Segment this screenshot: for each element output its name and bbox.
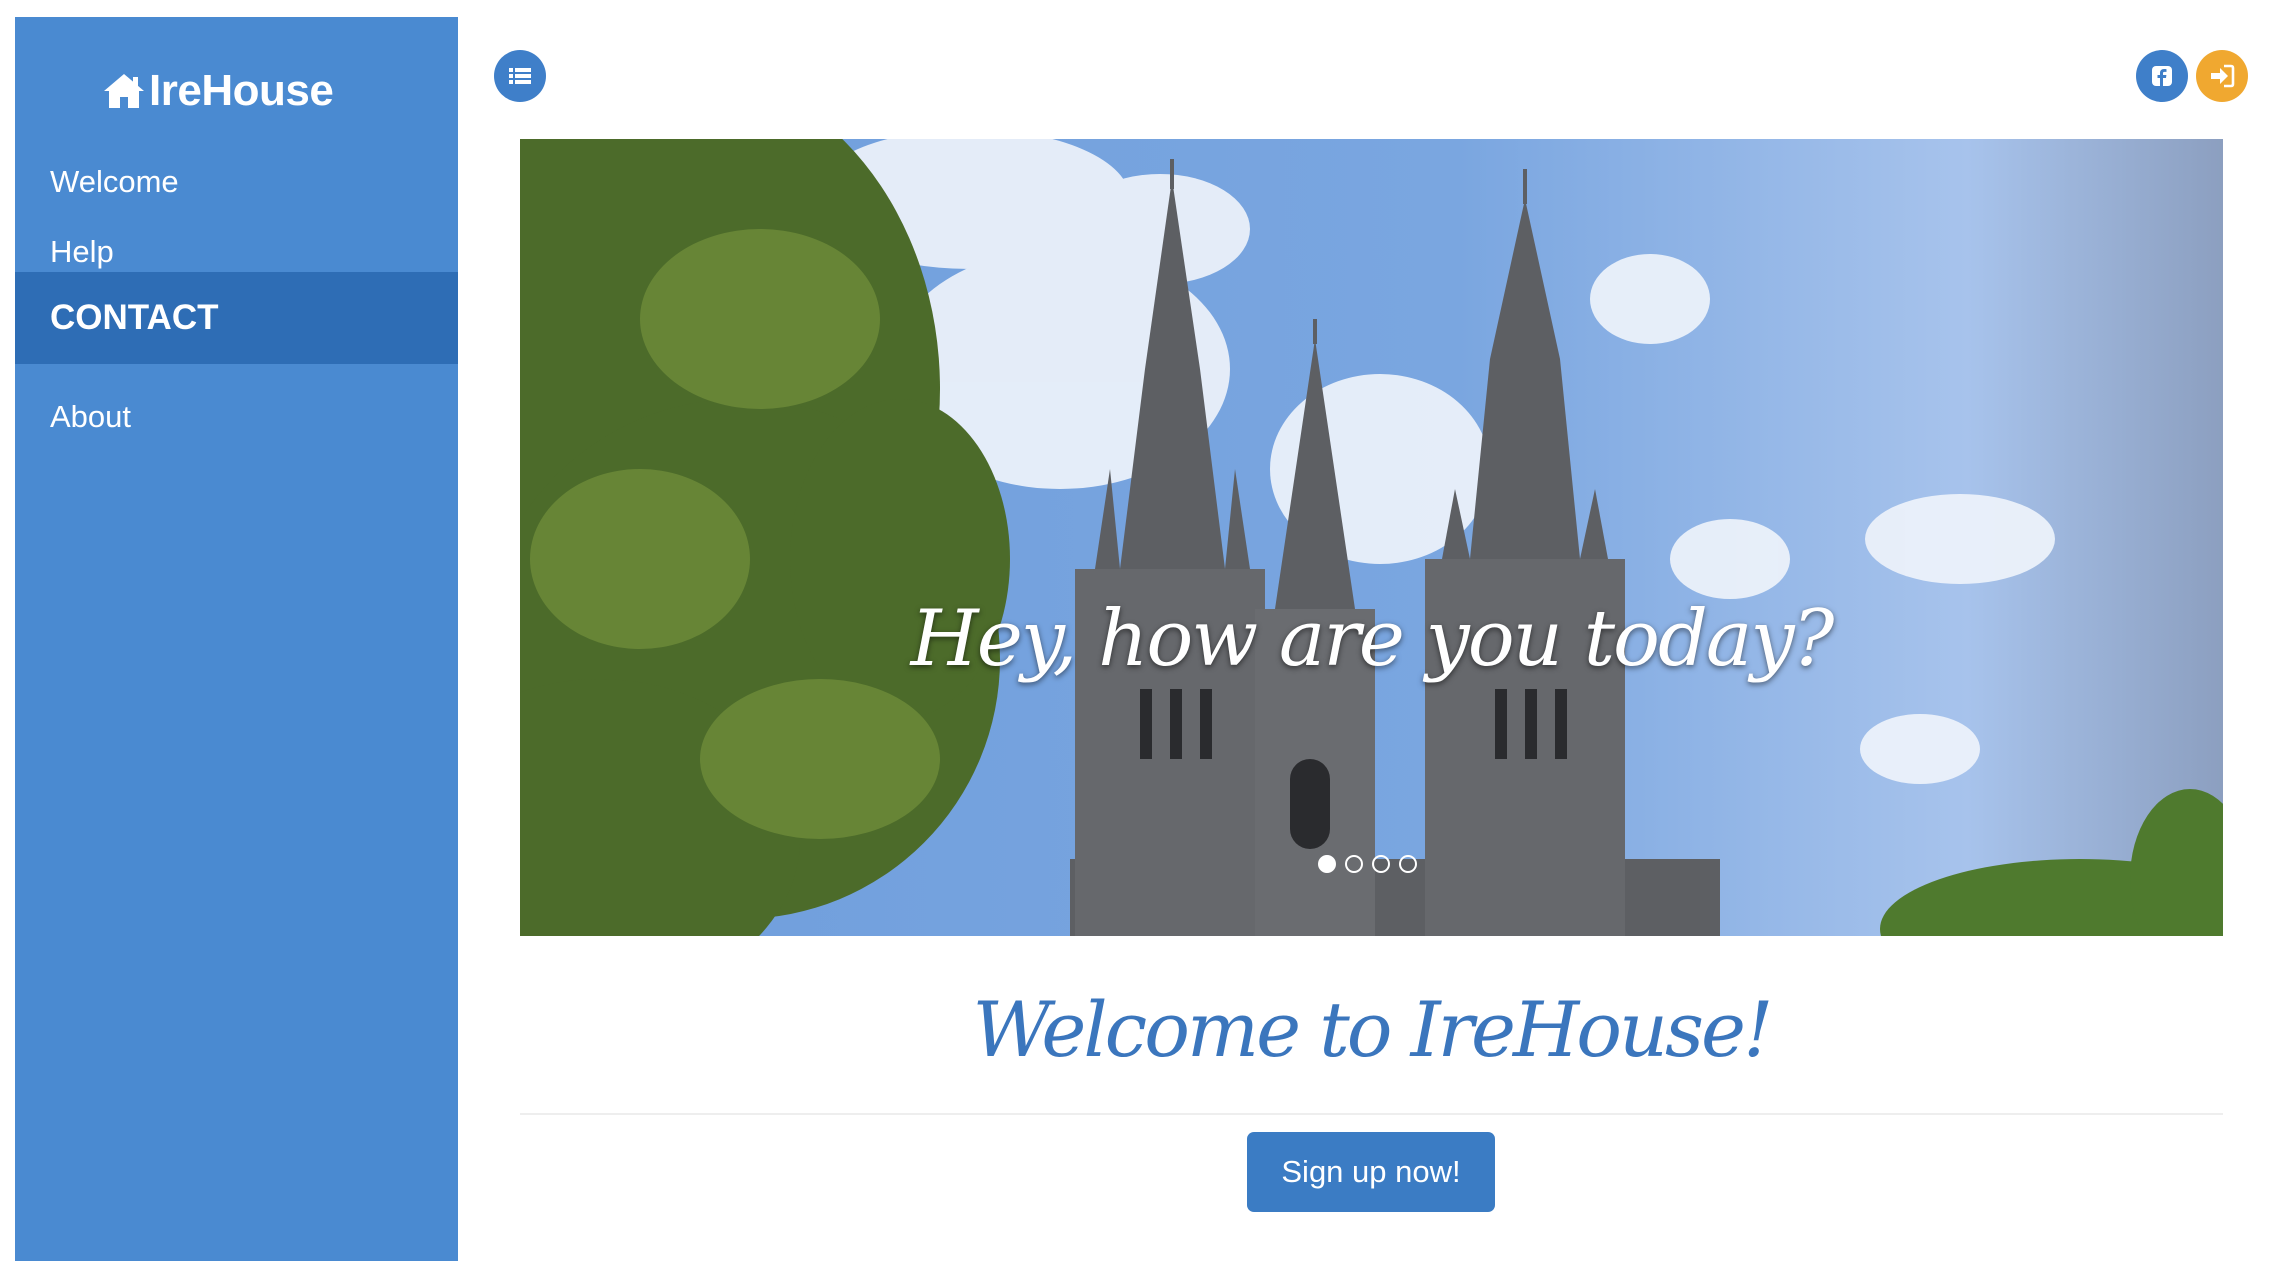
carousel-indicator[interactable] <box>1318 855 1336 873</box>
sign-in-icon <box>2211 64 2235 88</box>
login-button[interactable] <box>2196 50 2248 102</box>
carousel-indicator[interactable] <box>1345 855 1363 873</box>
sidebar-item-label: Help <box>50 234 114 269</box>
sidebar-item-contact[interactable]: CONTACT <box>15 272 458 364</box>
sidebar-item-label: Welcome <box>50 164 179 199</box>
sidebar-item-welcome[interactable]: Welcome <box>15 157 458 207</box>
home-icon <box>104 74 144 108</box>
list-icon <box>509 68 531 84</box>
sidebar-item-label: About <box>50 399 132 434</box>
carousel-indicator[interactable] <box>1399 855 1417 873</box>
signup-button[interactable]: Sign up now! <box>1247 1132 1495 1212</box>
hero-carousel[interactable]: Hey, how are you today? <box>520 139 2223 936</box>
page: IreHouse Welcome Help CONTACT About Hey,… <box>0 0 2272 1274</box>
carousel-indicator[interactable] <box>1372 855 1390 873</box>
sidebar-item-about[interactable]: About <box>15 392 458 442</box>
sidebar-item-label: CONTACT <box>50 298 219 337</box>
brand-logo[interactable]: IreHouse <box>101 61 334 121</box>
facebook-button[interactable] <box>2136 50 2188 102</box>
menu-toggle-button[interactable] <box>494 50 546 102</box>
facebook-icon <box>2152 66 2172 86</box>
sidebar: IreHouse Welcome Help CONTACT About <box>15 17 458 1261</box>
page-title: Welcome to IreHouse! <box>972 985 1773 1074</box>
cathedral-photo <box>520 139 2223 936</box>
carousel-caption: Hey, how are you today? <box>910 594 1835 684</box>
sidebar-item-help[interactable]: Help <box>15 227 458 277</box>
brand-name: IreHouse <box>149 66 334 115</box>
divider <box>520 1113 2223 1115</box>
carousel-indicators <box>1318 855 1417 873</box>
